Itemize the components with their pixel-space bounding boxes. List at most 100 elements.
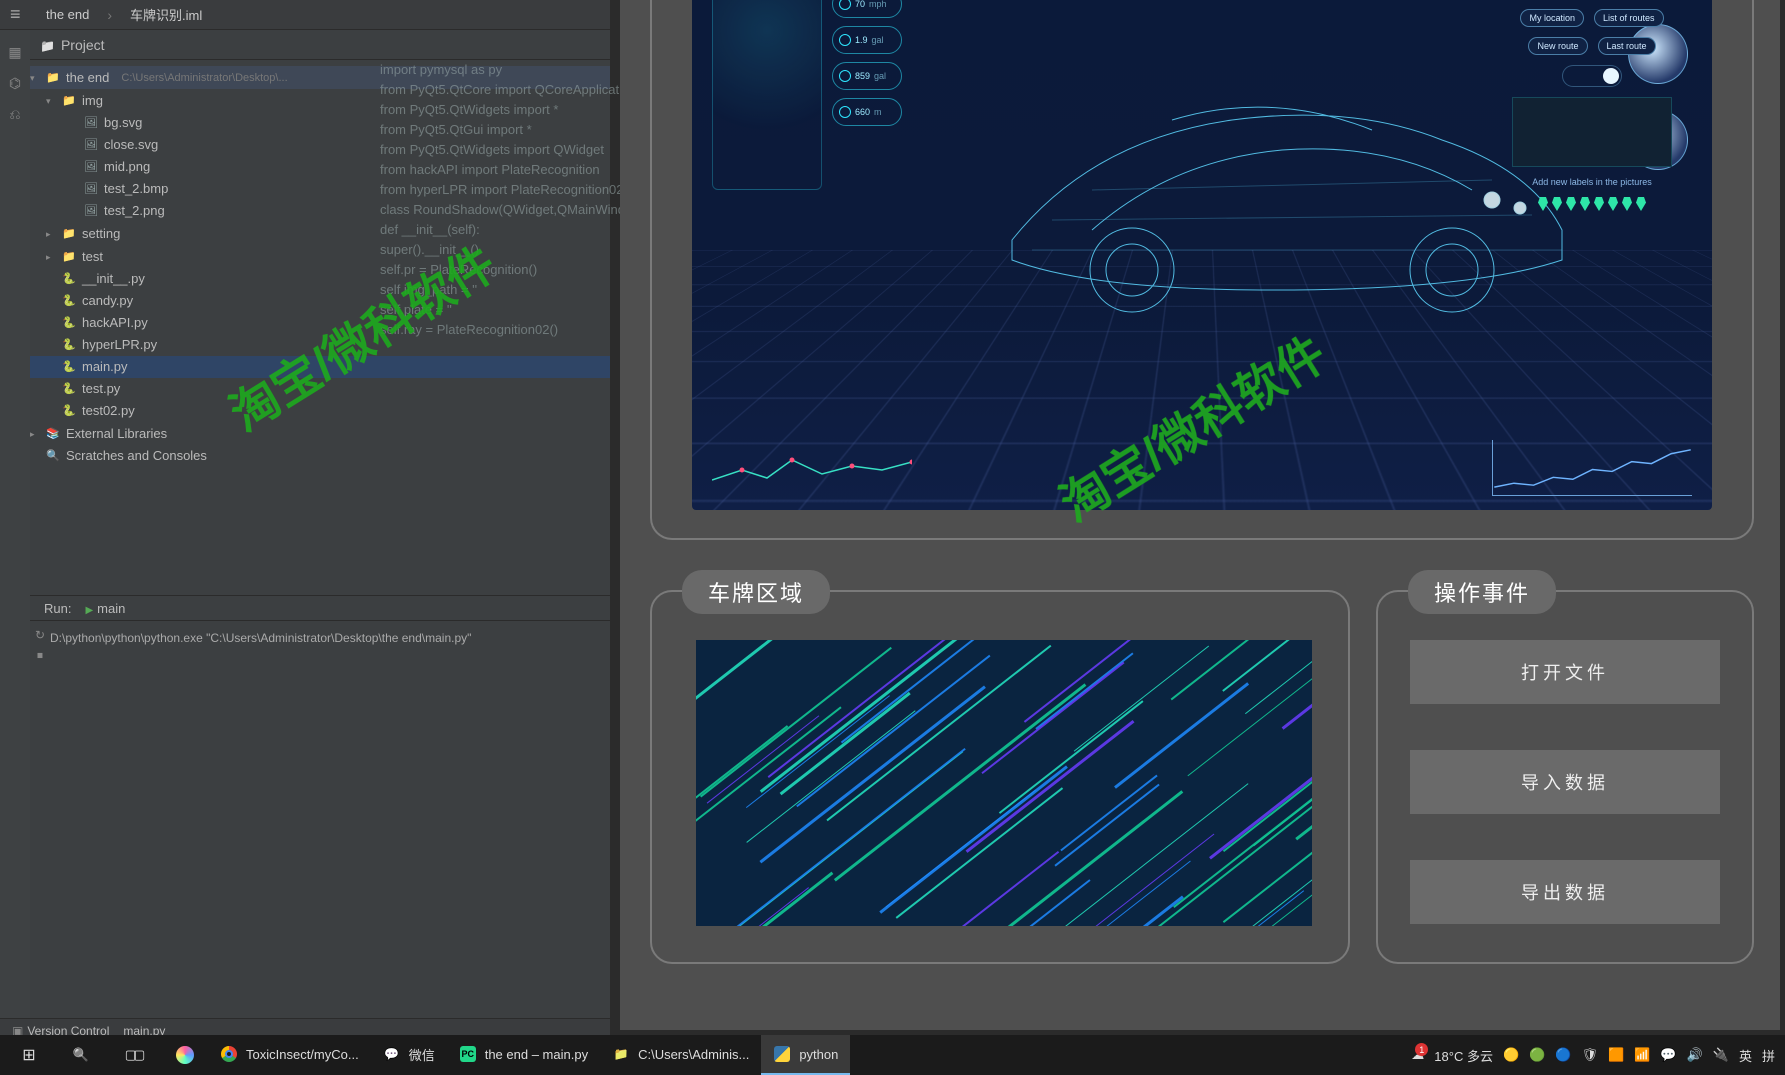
chrome-icon (221, 1046, 237, 1062)
folder-icon (614, 1047, 629, 1061)
run-config-name[interactable]: main (85, 601, 125, 616)
tree-caret-icon[interactable] (46, 245, 56, 268)
tray-icon[interactable]: 🟢 (1529, 1047, 1545, 1063)
tray-icon[interactable]: 🔊 (1687, 1047, 1703, 1063)
hud-toggle[interactable] (1562, 65, 1622, 87)
project-panel-header[interactable]: Project (0, 30, 610, 60)
tray-icon[interactable]: 🟡 (1503, 1047, 1519, 1063)
tree-caret-icon[interactable] (30, 66, 40, 89)
main-display-card: 70mph 1.9 gal859gal 660m (650, 0, 1754, 540)
taskbar-app[interactable]: 微信 (371, 1035, 447, 1075)
tree-item[interactable]: 🖼mid.png (24, 156, 610, 178)
project-tool-icon[interactable]: ▦ (6, 44, 24, 61)
tray-icon[interactable]: 🛡 (1582, 1047, 1599, 1063)
weather-text[interactable]: 18°C 多云 (1434, 1046, 1493, 1065)
ide-left-gutter: ▦ ⌬ ⎌ (0, 30, 30, 1020)
hud-btn-listroutes[interactable]: List of routes (1594, 9, 1664, 27)
run-toolwindow-header[interactable]: Run: main (30, 595, 610, 621)
tree-item[interactable]: 📁setting (24, 222, 610, 245)
tree-item-label: test02.py (82, 400, 135, 422)
weather-icon[interactable]: ☁ (1411, 1047, 1424, 1063)
taskbar-app[interactable]: C:\Users\Adminis... (600, 1035, 761, 1075)
tree-item[interactable]: 🖼bg.svg (24, 112, 610, 134)
ime-lang[interactable]: 英 (1739, 1046, 1752, 1065)
vcs-tool-icon[interactable]: ⎌ (6, 106, 24, 123)
project-panel-title: Project (61, 37, 105, 53)
tree-item[interactable]: 📚External Libraries (24, 422, 610, 445)
tree-item-path: C:\Users\Administrator\Desktop\... (121, 67, 287, 89)
tree-item[interactable]: 🐍test02.py (24, 400, 610, 422)
gauge-pill: 70mph (832, 0, 902, 18)
ime-mode[interactable]: 拼 (1762, 1046, 1775, 1065)
tree-item[interactable]: 🐍hyperLPR.py (24, 334, 610, 356)
tray-icon[interactable]: 🟧 (1608, 1047, 1624, 1063)
tree-caret-icon[interactable] (46, 222, 56, 245)
breadcrumb-sep: › (107, 7, 112, 23)
tree-item[interactable]: 🔍Scratches and Consoles (24, 445, 610, 467)
tree-file-icon: 🐍 (62, 378, 76, 400)
hud-btn-mylocation[interactable]: My location (1520, 9, 1584, 27)
ide-window: ▦ ⌬ ⎌ the end › 车牌识别.iml Project 📁the en… (0, 0, 610, 1042)
tree-item[interactable]: 🖼test_2.bmp (24, 178, 610, 200)
hud-pins (1538, 197, 1646, 211)
tree-item[interactable]: 🐍__init__.py (24, 268, 610, 290)
tree-item[interactable]: 🖼close.svg (24, 134, 610, 156)
tree-item[interactable]: 🐍hackAPI.py (24, 312, 610, 334)
gauge-dot-icon (839, 34, 851, 46)
hud-btn-lastroute[interactable]: Last route (1598, 37, 1656, 55)
taskbar-app[interactable]: python (761, 1035, 850, 1075)
run-output[interactable]: D:\python\python\python.exe "C:\Users\Ad… (50, 628, 604, 648)
rerun-icon[interactable]: ↻ (30, 628, 50, 648)
tree-file-icon: 🐍 (62, 356, 76, 378)
export-data-button[interactable]: 导出数据 (1410, 860, 1720, 924)
gauge-dot-icon (839, 0, 851, 10)
tray-icon[interactable]: 📶 (1634, 1047, 1650, 1063)
tray-icon[interactable]: 💬 (1660, 1047, 1676, 1063)
plate-region-title: 车牌区域 (682, 570, 830, 614)
run-gutter: ↻ ⏹ (30, 628, 50, 668)
gauge-value: 1.9 (855, 35, 868, 45)
tree-item[interactable]: 🐍test.py (24, 378, 610, 400)
task-view[interactable] (110, 1035, 156, 1075)
system-tray[interactable]: ☁ 18°C 多云 🟡 🟢 🔵 🛡 🟧 📶 💬 🔊 🔌 英 拼 (1401, 1046, 1785, 1065)
taskbar-search[interactable] (58, 1035, 104, 1075)
tree-item[interactable]: 🐍candy.py (24, 290, 610, 312)
taskbar-app-label: the end – main.py (485, 1047, 588, 1062)
tree-item[interactable]: 🐍main.py (24, 356, 610, 378)
gauge-pill: 660m (832, 98, 902, 126)
gauge-unit: mph (869, 0, 887, 9)
breadcrumb-root[interactable]: the end (46, 7, 89, 22)
tree-file-icon: 🐍 (62, 312, 76, 334)
console-line[interactable]: D:\python\python\python.exe "C:\Users\Ad… (50, 628, 604, 648)
operations-card: 操作事件 打开文件 导入数据 导出数据 (1376, 590, 1754, 964)
ide-titlebar: the end › 车牌识别.iml (0, 0, 610, 30)
structure-tool-icon[interactable]: ⌬ (6, 75, 24, 92)
windows-taskbar[interactable]: ToxicInsect/myCo...微信PCthe end – main.py… (0, 1035, 1785, 1075)
tree-item[interactable]: 📁img (24, 89, 610, 112)
hamburger-icon[interactable] (10, 4, 28, 25)
hud-right-column: Full Screen My location List of routes N… (1492, 0, 1692, 211)
tree-caret-icon[interactable] (30, 422, 40, 445)
tree-item[interactable]: 📁the endC:\Users\Administrator\Desktop\.… (24, 66, 610, 89)
hud-minimap (1512, 97, 1672, 167)
pinned-app[interactable] (162, 1035, 208, 1075)
tray-icon[interactable]: 🔵 (1555, 1047, 1571, 1063)
breadcrumb-file[interactable]: 车牌识别.iml (130, 5, 202, 24)
gauge-unit: gal (874, 71, 886, 81)
taskbar-app[interactable]: ToxicInsect/myCo... (208, 1035, 371, 1075)
tree-caret-icon[interactable] (46, 89, 56, 112)
gauge-pill: 859gal (832, 62, 902, 90)
taskbar-app-label: C:\Users\Adminis... (638, 1047, 749, 1062)
tree-file-icon: 🐍 (62, 268, 76, 290)
stop-icon[interactable]: ⏹ (30, 648, 50, 668)
tray-icon[interactable]: 🔌 (1713, 1047, 1729, 1063)
hud-btn-newroute[interactable]: New route (1528, 37, 1587, 55)
tree-item[interactable]: 📁test (24, 245, 610, 268)
tree-item[interactable]: 🖼test_2.png (24, 200, 610, 222)
import-data-button[interactable]: 导入数据 (1410, 750, 1720, 814)
start-button[interactable] (6, 1035, 52, 1075)
project-tree[interactable]: 📁the endC:\Users\Administrator\Desktop\.… (0, 60, 610, 473)
open-file-button[interactable]: 打开文件 (1410, 640, 1720, 704)
taskbar-app[interactable]: PCthe end – main.py (447, 1035, 600, 1075)
gauges: 70mph 1.9 gal859gal 660m (832, 0, 902, 126)
